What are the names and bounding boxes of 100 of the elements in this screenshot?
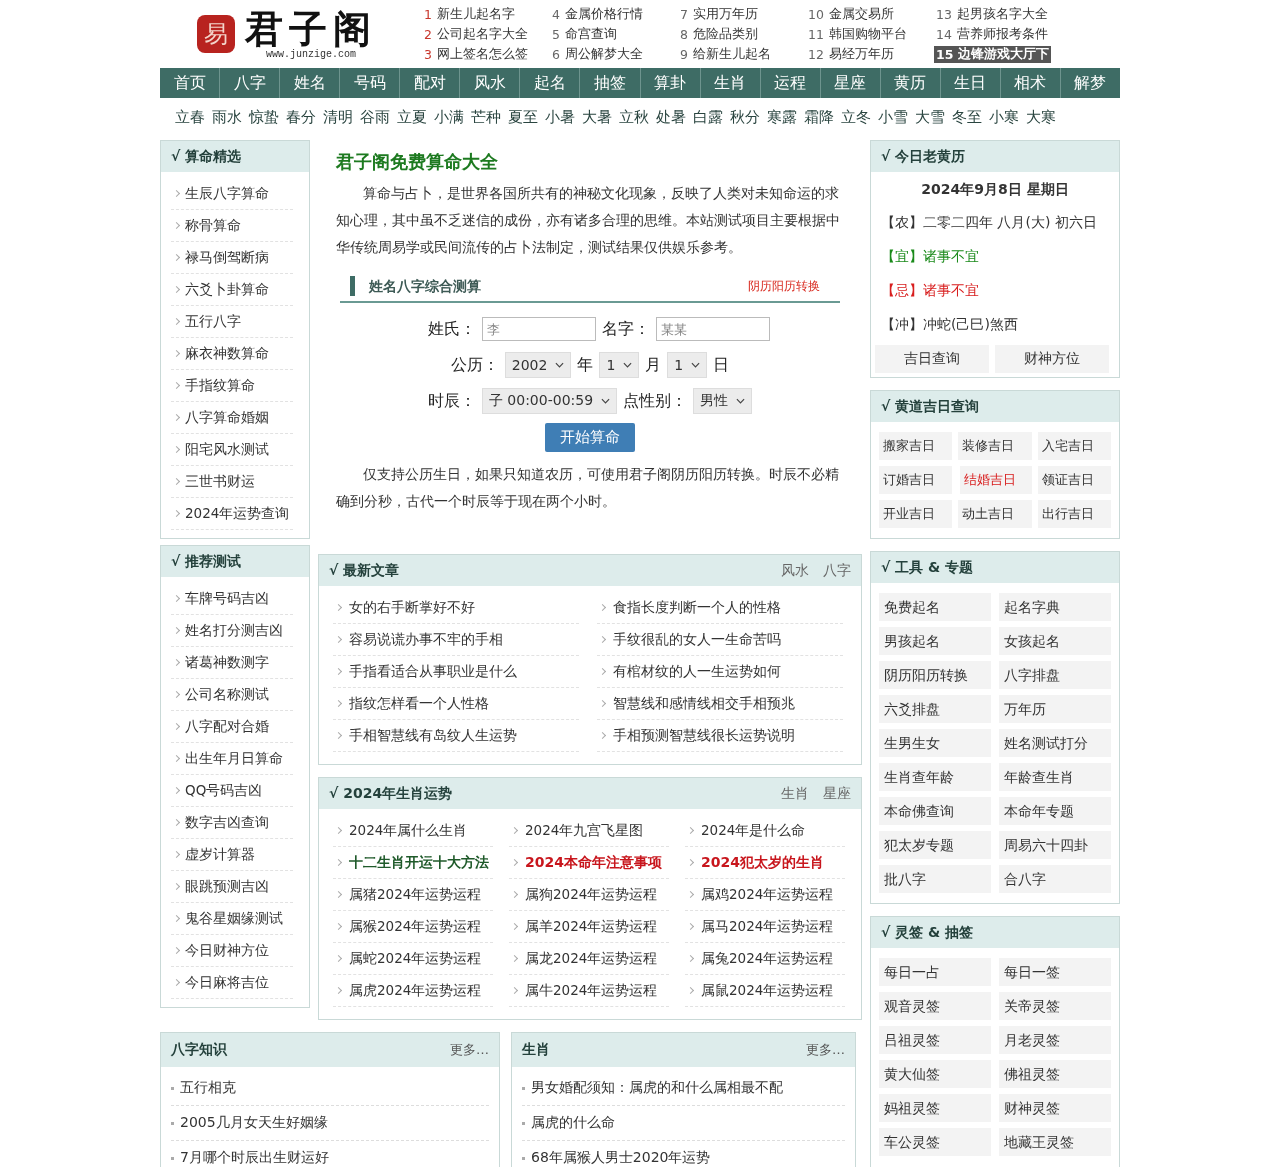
almanac-button[interactable]: 财神方位 — [995, 345, 1109, 373]
term-link[interactable]: 立春 — [175, 107, 205, 127]
article-link[interactable]: 指纹怎样看一个人性格 — [333, 688, 579, 720]
article-link[interactable]: 属羊2024年运势运程 — [509, 911, 669, 943]
hot-link[interactable]: 1 新生儿起名字 — [422, 5, 517, 23]
dropdown[interactable]: 2002 — [504, 352, 572, 378]
tile-link[interactable]: 黄大仙签 — [879, 1060, 991, 1088]
input-field[interactable]: 李 — [482, 317, 596, 341]
dropdown[interactable]: 1 — [599, 352, 640, 378]
term-link[interactable]: 白露 — [693, 107, 723, 127]
tile-link[interactable]: 订婚吉日 — [879, 466, 953, 494]
list-link[interactable]: 虚岁计算器 — [171, 839, 293, 871]
tile-link[interactable]: 观音灵签 — [879, 992, 991, 1020]
almanac-button[interactable]: 吉日查询 — [875, 345, 989, 373]
tile-link[interactable]: 车公灵签 — [879, 1128, 991, 1156]
nav-link[interactable]: 星座 — [820, 68, 881, 98]
article-link[interactable]: 女的右手断掌好不好 — [333, 592, 579, 624]
tile-link[interactable]: 每日一签 — [999, 958, 1111, 986]
article-link[interactable]: 容易说谎办事不牢的手相 — [333, 624, 579, 656]
list-link[interactable]: 五行相克 — [171, 1071, 489, 1106]
list-link[interactable]: 男女婚配须知：属虎的和什么属相最不配 — [522, 1071, 845, 1106]
panel-tab[interactable]: 星座 — [823, 784, 851, 803]
term-link[interactable]: 谷雨 — [360, 107, 390, 127]
panel-tab[interactable]: 风水 — [781, 561, 809, 580]
nav-link[interactable]: 八字 — [220, 68, 281, 98]
article-link[interactable]: 2024本命年注意事项 — [509, 847, 669, 879]
nav-link[interactable]: 生日 — [940, 68, 1001, 98]
term-link[interactable]: 冬至 — [952, 107, 982, 127]
dropdown[interactable]: 男性 — [693, 388, 753, 414]
term-link[interactable]: 立冬 — [841, 107, 871, 127]
nav-link[interactable]: 首页 — [160, 68, 221, 98]
list-link[interactable]: 生辰八字算命 — [171, 178, 293, 210]
tile-link[interactable]: 合八字 — [999, 865, 1111, 893]
tile-link[interactable]: 出行吉日 — [1037, 500, 1111, 528]
nav-link[interactable]: 风水 — [460, 68, 521, 98]
article-link[interactable]: 属龙2024年运势运程 — [509, 943, 669, 975]
tile-link[interactable]: 年龄查生肖 — [999, 763, 1111, 791]
hot-link[interactable]: 14 营养师报考条件 — [934, 25, 1050, 43]
list-link[interactable]: 诸葛神数测字 — [171, 647, 293, 679]
list-link[interactable]: 八字算命婚姻 — [171, 402, 293, 434]
term-link[interactable]: 霜降 — [804, 107, 834, 127]
input-field[interactable]: 某某 — [656, 317, 770, 341]
term-link[interactable]: 秋分 — [730, 107, 760, 127]
article-link[interactable]: 手指看适合从事职业是什么 — [333, 656, 579, 688]
panel-tab[interactable]: 八字 — [823, 561, 851, 580]
term-link[interactable]: 大寒 — [1026, 107, 1056, 127]
hot-link[interactable]: 5 命宫查询 — [550, 25, 619, 43]
list-link[interactable]: 阳宅风水测试 — [171, 434, 293, 466]
term-link[interactable]: 春分 — [286, 107, 316, 127]
list-link[interactable]: 三世书财运 — [171, 466, 293, 498]
term-link[interactable]: 夏至 — [508, 107, 538, 127]
nav-link[interactable]: 运程 — [760, 68, 821, 98]
term-link[interactable]: 立夏 — [397, 107, 427, 127]
nav-link[interactable]: 抽签 — [580, 68, 641, 98]
hot-link[interactable]: 2 公司起名字大全 — [422, 25, 530, 43]
tile-link[interactable]: 生男生女 — [879, 729, 991, 757]
tile-link[interactable]: 月老灵签 — [999, 1026, 1111, 1054]
more-link[interactable]: 更多… — [450, 1041, 489, 1059]
tile-link[interactable]: 关帝灵签 — [999, 992, 1111, 1020]
hot-link[interactable]: 6 周公解梦大全 — [550, 45, 645, 63]
article-link[interactable]: 有棺材纹的人一生运势如何 — [597, 656, 843, 688]
nav-link[interactable]: 生肖 — [700, 68, 761, 98]
nav-link[interactable]: 黄历 — [880, 68, 941, 98]
list-link[interactable]: 五行八字 — [171, 306, 293, 338]
article-link[interactable]: 属牛2024年运势运程 — [509, 975, 669, 1007]
article-link[interactable]: 2024犯太岁的生肖 — [685, 847, 845, 879]
tile-link[interactable]: 八字排盘 — [999, 661, 1111, 689]
term-link[interactable]: 小寒 — [989, 107, 1019, 127]
article-link[interactable]: 属兔2024年运势运程 — [685, 943, 845, 975]
tile-link[interactable]: 犯太岁专题 — [879, 831, 991, 859]
list-link[interactable]: 2005几月女天生好姻缘 — [171, 1106, 489, 1141]
nav-link[interactable]: 号码 — [340, 68, 401, 98]
tile-link[interactable]: 女孩起名 — [999, 627, 1111, 655]
tile-link[interactable]: 妈祖灵签 — [879, 1094, 991, 1122]
list-link[interactable]: 眼跳预测吉凶 — [171, 871, 293, 903]
term-link[interactable]: 雨水 — [212, 107, 242, 127]
list-link[interactable]: 手指纹算命 — [171, 370, 293, 402]
nav-link[interactable]: 解梦 — [1060, 68, 1120, 98]
list-link[interactable]: QQ号码吉凶 — [171, 775, 293, 807]
tile-link[interactable]: 佛祖灵签 — [999, 1060, 1111, 1088]
nav-link[interactable]: 起名 — [520, 68, 581, 98]
list-link[interactable]: 7月哪个时辰出生财运好 — [171, 1141, 489, 1167]
article-link[interactable]: 2024年属什么生肖 — [333, 815, 493, 847]
hot-link[interactable]: 15 边锋游戏大厅下 — [934, 45, 1052, 63]
tile-link[interactable]: 结婚吉日 — [960, 466, 1032, 494]
list-link[interactable]: 麻衣神数算命 — [171, 338, 293, 370]
tile-link[interactable]: 领证吉日 — [1037, 466, 1111, 494]
tile-link[interactable]: 每日一占 — [879, 958, 991, 986]
term-link[interactable]: 寒露 — [767, 107, 797, 127]
term-link[interactable]: 清明 — [323, 107, 353, 127]
list-link[interactable]: 鬼谷星姻缘测试 — [171, 903, 293, 935]
article-link[interactable]: 属狗2024年运势运程 — [509, 879, 669, 911]
list-link[interactable]: 六爻卜卦算命 — [171, 274, 293, 306]
list-link[interactable]: 2024年运势查询 — [171, 498, 293, 530]
more-link[interactable]: 更多… — [806, 1041, 845, 1059]
term-link[interactable]: 立秋 — [619, 107, 649, 127]
hot-link[interactable]: 4 金属价格行情 — [550, 5, 645, 23]
hot-link[interactable]: 8 危险品类别 — [678, 25, 760, 43]
tile-link[interactable]: 男孩起名 — [879, 627, 991, 655]
article-link[interactable]: 属马2024年运势运程 — [685, 911, 845, 943]
